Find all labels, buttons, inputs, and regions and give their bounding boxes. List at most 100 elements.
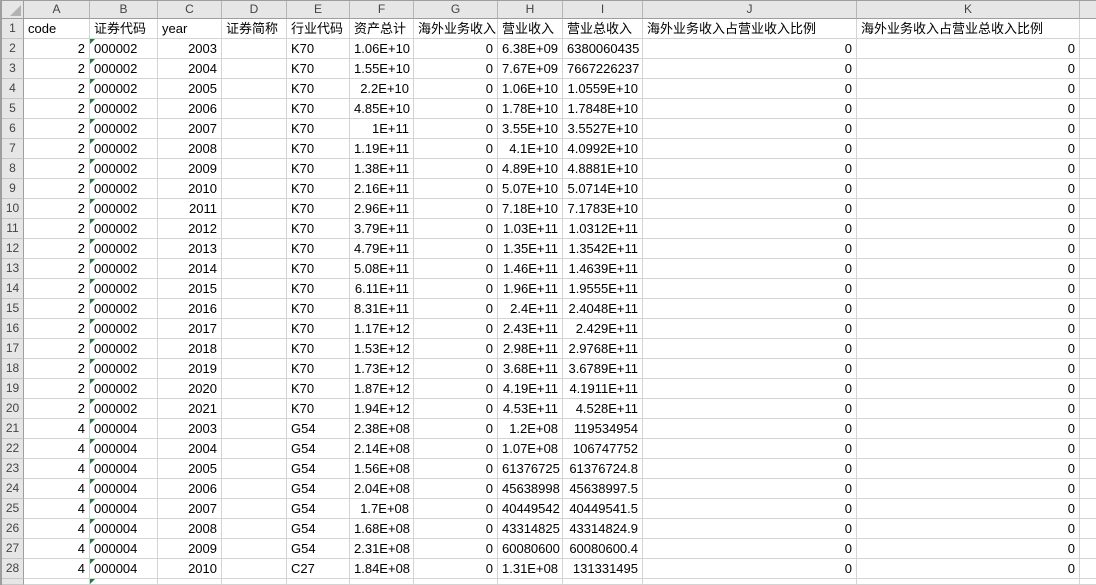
cell-c14[interactable]: 2015 (158, 279, 222, 299)
cell-k1[interactable]: 海外业务收入占营业总收入比例 (857, 19, 1080, 39)
cell-c17[interactable]: 2018 (158, 339, 222, 359)
cell-i27[interactable]: 60080600.4 (563, 539, 643, 559)
cell-c26[interactable]: 2008 (158, 519, 222, 539)
cell-g9[interactable]: 0 (414, 179, 498, 199)
cell-k2[interactable]: 0 (857, 39, 1080, 59)
cell-g29[interactable] (414, 579, 498, 585)
cell-c4[interactable]: 2005 (158, 79, 222, 99)
cell-b9[interactable]: 000002 (90, 179, 158, 199)
cell-e1[interactable]: 行业代码 (287, 19, 350, 39)
cell-a24[interactable]: 4 (24, 479, 90, 499)
cell-f1[interactable]: 资产总计 (350, 19, 414, 39)
cell-d1[interactable]: 证券简称 (222, 19, 287, 39)
column-header-g[interactable]: G (414, 1, 498, 19)
cell-f29[interactable] (350, 579, 414, 585)
cell-d3[interactable] (222, 59, 287, 79)
cell-g5[interactable]: 0 (414, 99, 498, 119)
cell-a10[interactable]: 2 (24, 199, 90, 219)
row-header-19[interactable]: 19 (2, 379, 24, 399)
column-header-h[interactable]: H (498, 1, 563, 19)
cell-c11[interactable]: 2012 (158, 219, 222, 239)
cell-h27[interactable]: 60080600 (498, 539, 563, 559)
row-header-18[interactable]: 18 (2, 359, 24, 379)
cell-f12[interactable]: 4.79E+11 (350, 239, 414, 259)
row-header-21[interactable]: 21 (2, 419, 24, 439)
cell-j13[interactable]: 0 (643, 259, 857, 279)
cell-k24[interactable]: 0 (857, 479, 1080, 499)
row-header-12[interactable]: 12 (2, 239, 24, 259)
cell-i25[interactable]: 40449541.5 (563, 499, 643, 519)
cell-d20[interactable] (222, 399, 287, 419)
cell-h12[interactable]: 1.35E+11 (498, 239, 563, 259)
cell-f9[interactable]: 2.16E+11 (350, 179, 414, 199)
cell-g22[interactable]: 0 (414, 439, 498, 459)
cell-i14[interactable]: 1.9555E+11 (563, 279, 643, 299)
cell-a21[interactable]: 4 (24, 419, 90, 439)
row-header-24[interactable]: 24 (2, 479, 24, 499)
cell-e11[interactable]: K70 (287, 219, 350, 239)
cell-c2[interactable]: 2003 (158, 39, 222, 59)
cell-a8[interactable]: 2 (24, 159, 90, 179)
row-header-14[interactable]: 14 (2, 279, 24, 299)
cell-d26[interactable] (222, 519, 287, 539)
cell-f23[interactable]: 1.56E+08 (350, 459, 414, 479)
cell-j4[interactable]: 0 (643, 79, 857, 99)
cell-a18[interactable]: 2 (24, 359, 90, 379)
cell-b12[interactable]: 000002 (90, 239, 158, 259)
cell-c27[interactable]: 2009 (158, 539, 222, 559)
cell-b10[interactable]: 000002 (90, 199, 158, 219)
cell-k15[interactable]: 0 (857, 299, 1080, 319)
cell-h16[interactable]: 2.43E+11 (498, 319, 563, 339)
cell-b2[interactable]: 000002 (90, 39, 158, 59)
cell-c28[interactable]: 2010 (158, 559, 222, 579)
cell-i29[interactable] (563, 579, 643, 585)
cell-a27[interactable]: 4 (24, 539, 90, 559)
cell-e29[interactable] (287, 579, 350, 585)
cell-i21[interactable]: 119534954 (563, 419, 643, 439)
cell-h3[interactable]: 7.67E+09 (498, 59, 563, 79)
cell-f17[interactable]: 1.53E+12 (350, 339, 414, 359)
column-header-j[interactable]: J (643, 1, 857, 19)
cell-c6[interactable]: 2007 (158, 119, 222, 139)
cell-h2[interactable]: 6.38E+09 (498, 39, 563, 59)
cell-b23[interactable]: 000004 (90, 459, 158, 479)
row-header-7[interactable]: 7 (2, 139, 24, 159)
cell-h28[interactable]: 1.31E+08 (498, 559, 563, 579)
cell-g14[interactable]: 0 (414, 279, 498, 299)
cell-d18[interactable] (222, 359, 287, 379)
cell-g23[interactable]: 0 (414, 459, 498, 479)
cell-j18[interactable]: 0 (643, 359, 857, 379)
cell-b14[interactable]: 000002 (90, 279, 158, 299)
cell-k11[interactable]: 0 (857, 219, 1080, 239)
cell-b24[interactable]: 000004 (90, 479, 158, 499)
cell-f10[interactable]: 2.96E+11 (350, 199, 414, 219)
cell-i9[interactable]: 5.0714E+10 (563, 179, 643, 199)
cell-g18[interactable]: 0 (414, 359, 498, 379)
cell-h8[interactable]: 4.89E+10 (498, 159, 563, 179)
cell-e5[interactable]: K70 (287, 99, 350, 119)
row-header-25[interactable]: 25 (2, 499, 24, 519)
cell-a11[interactable]: 2 (24, 219, 90, 239)
cell-h7[interactable]: 4.1E+10 (498, 139, 563, 159)
cell-b16[interactable]: 000002 (90, 319, 158, 339)
cell-d14[interactable] (222, 279, 287, 299)
cell-i4[interactable]: 1.0559E+10 (563, 79, 643, 99)
cell-d9[interactable] (222, 179, 287, 199)
cell-d6[interactable] (222, 119, 287, 139)
cell-g16[interactable]: 0 (414, 319, 498, 339)
cell-h17[interactable]: 2.98E+11 (498, 339, 563, 359)
cell-j21[interactable]: 0 (643, 419, 857, 439)
row-header-11[interactable]: 11 (2, 219, 24, 239)
row-header-1[interactable]: 1 (2, 19, 24, 39)
cell-e26[interactable]: G54 (287, 519, 350, 539)
cell-i7[interactable]: 4.0992E+10 (563, 139, 643, 159)
cell-f20[interactable]: 1.94E+12 (350, 399, 414, 419)
cell-k29[interactable] (857, 579, 1080, 585)
cell-f7[interactable]: 1.19E+11 (350, 139, 414, 159)
cell-i2[interactable]: 6380060435 (563, 39, 643, 59)
row-header-6[interactable]: 6 (2, 119, 24, 139)
cell-h18[interactable]: 3.68E+11 (498, 359, 563, 379)
cell-a9[interactable]: 2 (24, 179, 90, 199)
cell-k21[interactable]: 0 (857, 419, 1080, 439)
cell-j12[interactable]: 0 (643, 239, 857, 259)
